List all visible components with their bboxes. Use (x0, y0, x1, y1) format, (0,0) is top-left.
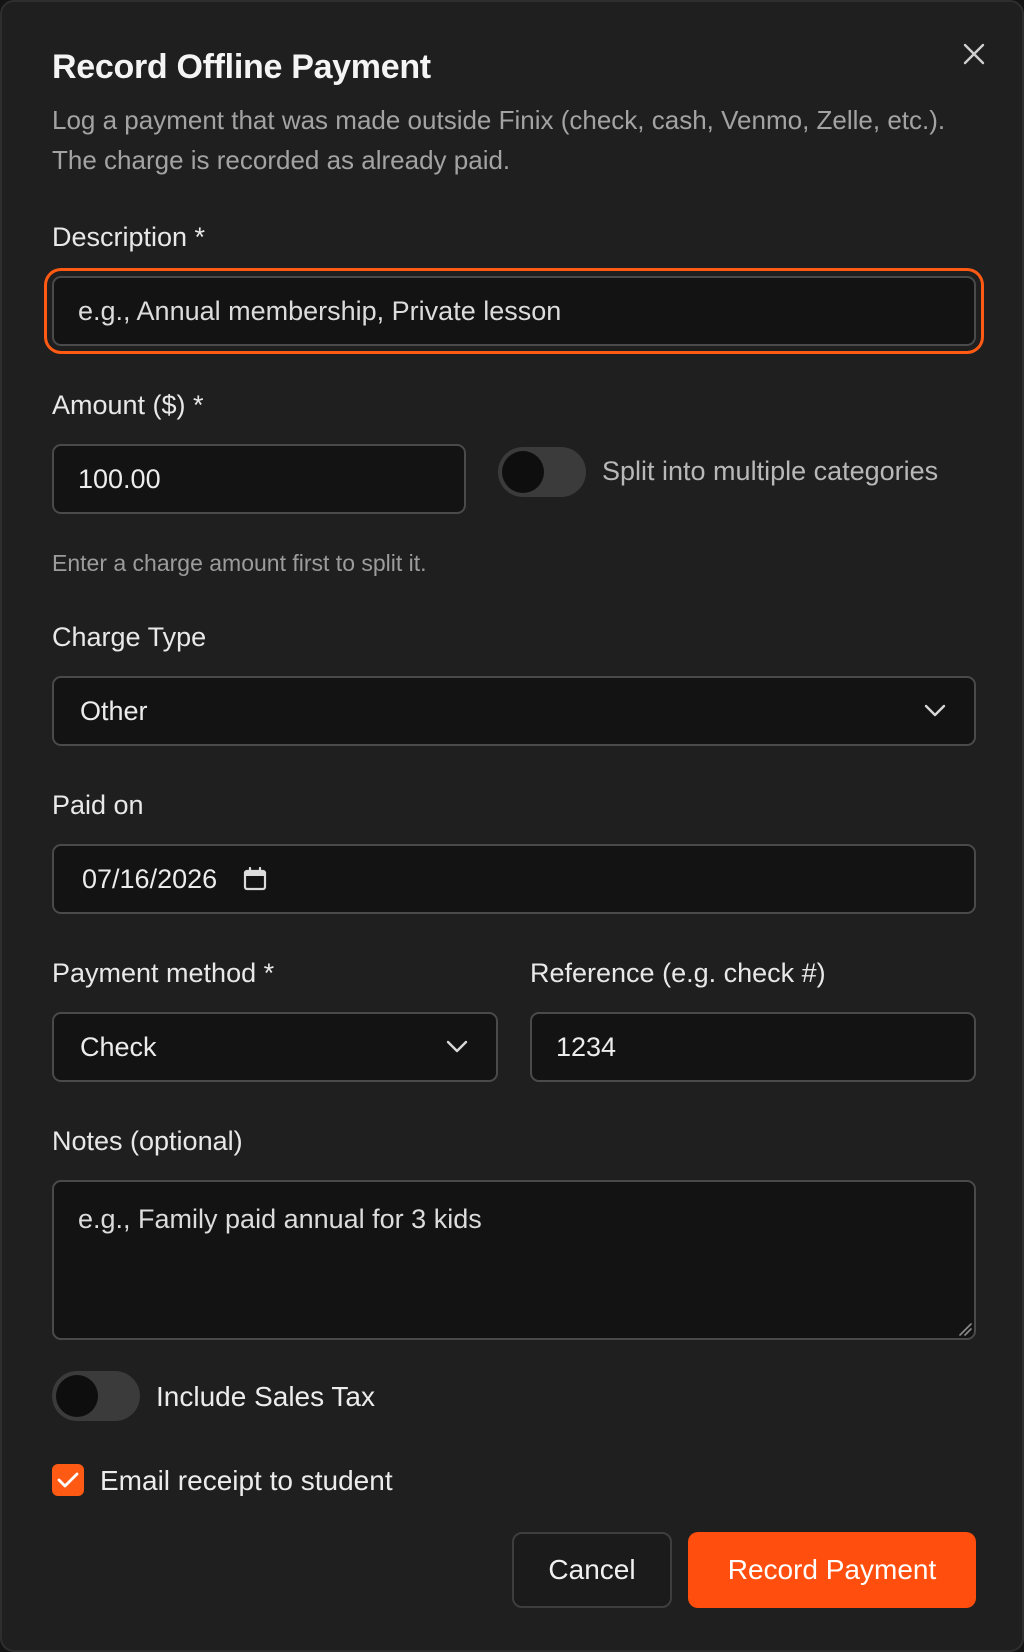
split-categories-toggle[interactable] (498, 447, 586, 497)
charge-type-select[interactable]: Other (52, 676, 976, 746)
notes-textarea[interactable] (52, 1180, 976, 1340)
amount-input[interactable] (52, 444, 466, 514)
sales-tax-toggle[interactable] (52, 1371, 140, 1421)
chevron-down-icon (924, 704, 946, 717)
payment-method-value: Check (80, 1031, 157, 1062)
reference-input[interactable] (530, 1012, 976, 1082)
paid-on-label: Paid on (52, 790, 144, 820)
close-icon (963, 43, 985, 65)
calendar-icon[interactable] (243, 867, 267, 891)
email-receipt-label: Email receipt to student (100, 1465, 393, 1496)
split-categories-label: Split into multiple categories (602, 456, 939, 486)
paid-on-value: 07/16/2026 (82, 863, 218, 894)
reference-label: Reference (e.g. check #) (530, 958, 826, 988)
sales-tax-label: Include Sales Tax (156, 1381, 375, 1412)
cancel-button[interactable]: Cancel (512, 1532, 672, 1608)
dialog-subtitle: Log a payment that was made outside Fini… (52, 105, 946, 175)
description-input[interactable] (52, 276, 976, 346)
checkmark-icon (57, 1472, 79, 1488)
amount-helper-text: Enter a charge amount first to split it. (52, 550, 427, 576)
chevron-down-icon (446, 1040, 468, 1053)
toggle-knob (56, 1375, 98, 1417)
payment-method-label: Payment method * (52, 958, 275, 988)
description-label: Description * (52, 222, 206, 252)
record-payment-button[interactable]: Record Payment (688, 1532, 976, 1608)
amount-label: Amount ($) * (52, 390, 204, 420)
record-offline-payment-dialog: Record Offline Payment Log a payment tha… (0, 0, 1024, 1652)
email-receipt-checkbox[interactable] (52, 1464, 84, 1496)
notes-label: Notes (optional) (52, 1126, 243, 1156)
payment-method-select[interactable]: Check (52, 1012, 498, 1082)
paid-on-date-input[interactable]: 07/16/2026 (52, 844, 976, 914)
dialog-title: Record Offline Payment (52, 48, 431, 86)
toggle-knob (502, 451, 544, 493)
charge-type-value: Other (80, 695, 148, 726)
charge-type-label: Charge Type (52, 622, 207, 652)
resize-handle-icon[interactable] (958, 1322, 972, 1336)
close-button[interactable] (954, 34, 994, 74)
